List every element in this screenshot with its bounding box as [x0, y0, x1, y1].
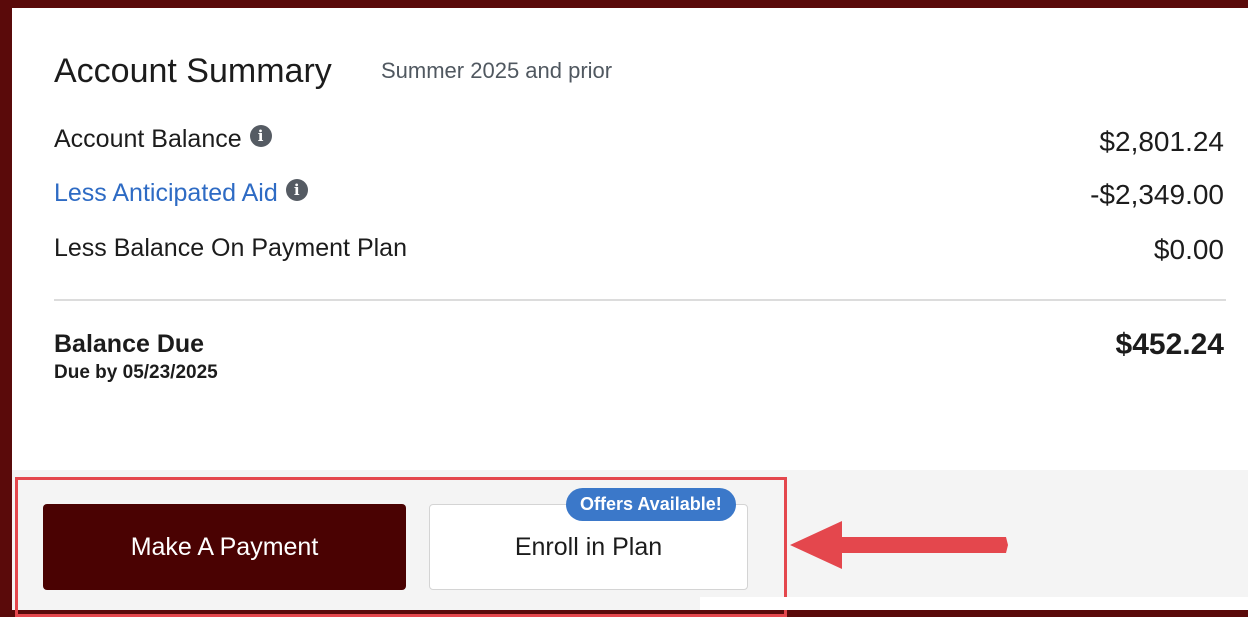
offers-available-badge: Offers Available!	[566, 488, 736, 521]
arrow-left-icon	[790, 521, 1008, 569]
make-payment-button[interactable]: Make A Payment	[43, 504, 406, 590]
info-icon[interactable]: i	[285, 178, 308, 201]
term-subtitle: Summer 2025 and prior	[381, 58, 613, 83]
bottom-strip	[700, 597, 1248, 610]
balance-due-value: $452.24	[1115, 328, 1224, 361]
payment-plan-value: $0.00	[1153, 234, 1224, 265]
page-title: Account Summary	[54, 52, 332, 90]
payment-plan-label: Less Balance On Payment Plan	[54, 234, 407, 263]
anticipated-aid-label[interactable]: Less Anticipated Aid i	[54, 178, 308, 208]
divider	[54, 299, 1226, 301]
payment-plan-text: Less Balance On Payment Plan	[54, 234, 407, 262]
account-balance-label: Account Balance i	[54, 124, 272, 154]
anticipated-aid-link[interactable]: Less Anticipated Aid	[54, 179, 278, 208]
account-balance-value: $2,801.24	[1099, 126, 1224, 157]
balance-due-label: Balance Due	[54, 330, 205, 358]
info-icon[interactable]: i	[249, 124, 272, 147]
due-date: Due by 05/23/2025	[54, 362, 218, 383]
anticipated-aid-value: -$2,349.00	[1090, 179, 1224, 210]
account-balance-text: Account Balance	[54, 125, 242, 153]
